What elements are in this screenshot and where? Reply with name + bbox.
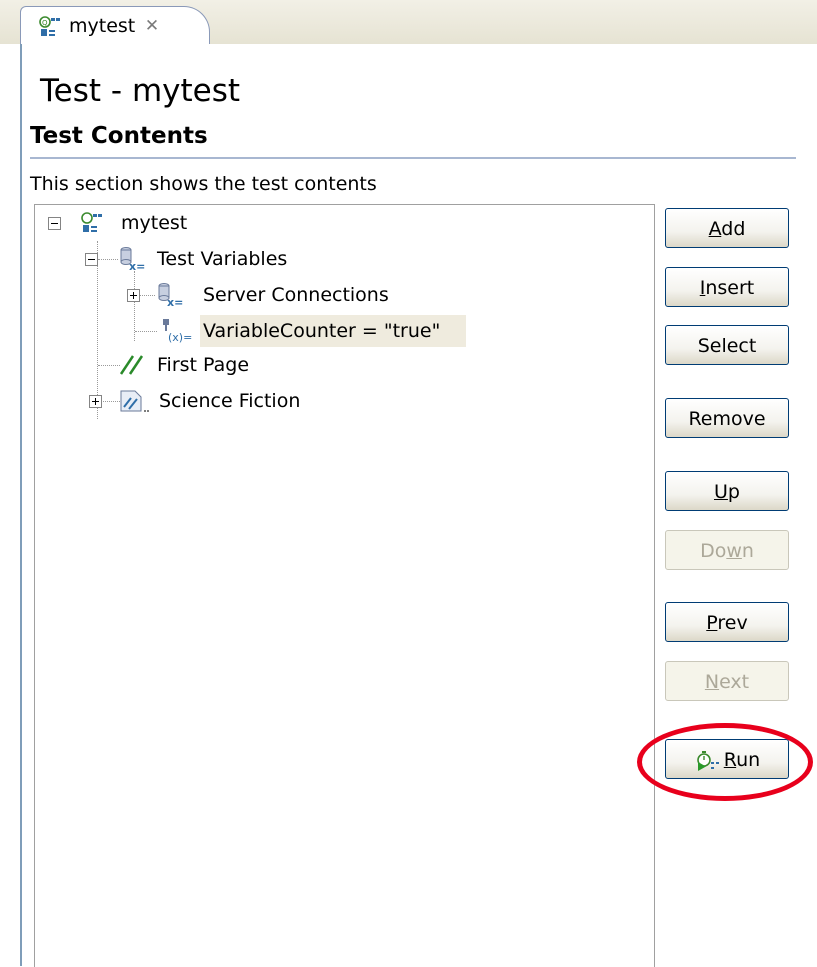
up-button[interactable]: Up — [665, 471, 789, 511]
insert-button-label: nsert — [705, 277, 755, 299]
remove-button[interactable]: Remove — [665, 398, 789, 438]
tree-item-first-page[interactable]: First Page — [35, 349, 335, 381]
tree-item-test-variables[interactable]: x= Test Variables — [35, 243, 355, 275]
remove-button-label: Remove — [688, 408, 766, 430]
select-button[interactable]: Select — [665, 325, 789, 365]
down-button-label: n — [741, 540, 754, 562]
down-button-label-pre: Do — [700, 540, 727, 562]
editor-tab-bar: Q mytest ✕ — [0, 0, 817, 47]
tree-item-label: Server Connections — [203, 284, 389, 306]
section-description: This section shows the test contents — [30, 173, 377, 195]
run-test-icon — [696, 750, 719, 771]
page-slash-icon — [119, 355, 144, 375]
page-title: Test - mytest — [40, 73, 241, 109]
svg-text:x=: x= — [129, 260, 145, 272]
section-divider — [30, 157, 796, 159]
up-button-mnemonic: U — [714, 481, 728, 503]
database-variable-icon: x= — [158, 283, 183, 308]
collapse-icon[interactable] — [85, 253, 98, 266]
tree-item-mytest[interactable]: mytest — [35, 207, 335, 239]
run-button-label: un — [736, 749, 761, 771]
tree-item-label: First Page — [157, 354, 250, 376]
select-button-label: Select — [697, 335, 757, 357]
run-button[interactable]: Run — [665, 739, 789, 779]
variable-assign-icon: (x)= — [163, 319, 192, 344]
run-button-mnemonic: R — [723, 749, 737, 771]
tree-item-label: VariableCounter = "true" — [203, 320, 441, 342]
close-icon[interactable]: ✕ — [141, 15, 163, 37]
tree-item-label: mytest — [121, 212, 188, 234]
next-button-label: ext — [719, 671, 750, 693]
down-button[interactable]: Down — [665, 530, 789, 570]
page-graph-icon — [120, 390, 149, 412]
insert-button[interactable]: Insert — [665, 267, 789, 307]
svg-text:(x)=: (x)= — [168, 331, 192, 344]
up-button-label: p — [727, 481, 740, 503]
add-button-label: dd — [721, 218, 746, 240]
tree-item-label: Test Variables — [157, 248, 288, 270]
next-button-mnemonic: N — [704, 671, 720, 693]
add-button[interactable]: Add — [665, 208, 789, 248]
prev-button[interactable]: Prev — [665, 602, 789, 642]
tree-item-server-connections[interactable]: x= Server Connections — [35, 279, 415, 311]
database-variable-icon: x= — [120, 247, 145, 272]
collapse-icon[interactable] — [48, 217, 61, 230]
expand-icon[interactable] — [89, 395, 102, 408]
tab-label: mytest — [69, 15, 136, 37]
tree-item-science-fiction[interactable]: Science Fiction — [35, 385, 355, 417]
next-button[interactable]: Next — [665, 661, 789, 701]
svg-text:Q: Q — [42, 19, 48, 27]
prev-button-mnemonic: P — [706, 612, 718, 634]
section-title: Test Contents — [30, 123, 208, 149]
test-contents-tree[interactable]: mytest x= Test Variables x= Server Conne… — [34, 204, 655, 967]
add-button-mnemonic: A — [708, 218, 722, 240]
tree-item-label: Science Fiction — [159, 390, 301, 412]
expand-icon[interactable] — [127, 289, 140, 302]
tree-item-variable-counter[interactable]: (x)= VariableCounter = "true" — [35, 315, 475, 347]
tab-mytest[interactable]: Q mytest ✕ — [20, 6, 210, 47]
prev-button-label: rev — [717, 612, 748, 634]
test-suite-icon: Q — [39, 16, 60, 36]
svg-text:x=: x= — [167, 296, 183, 308]
down-button-mnemonic: w — [726, 540, 742, 562]
test-suite-icon — [81, 212, 102, 232]
